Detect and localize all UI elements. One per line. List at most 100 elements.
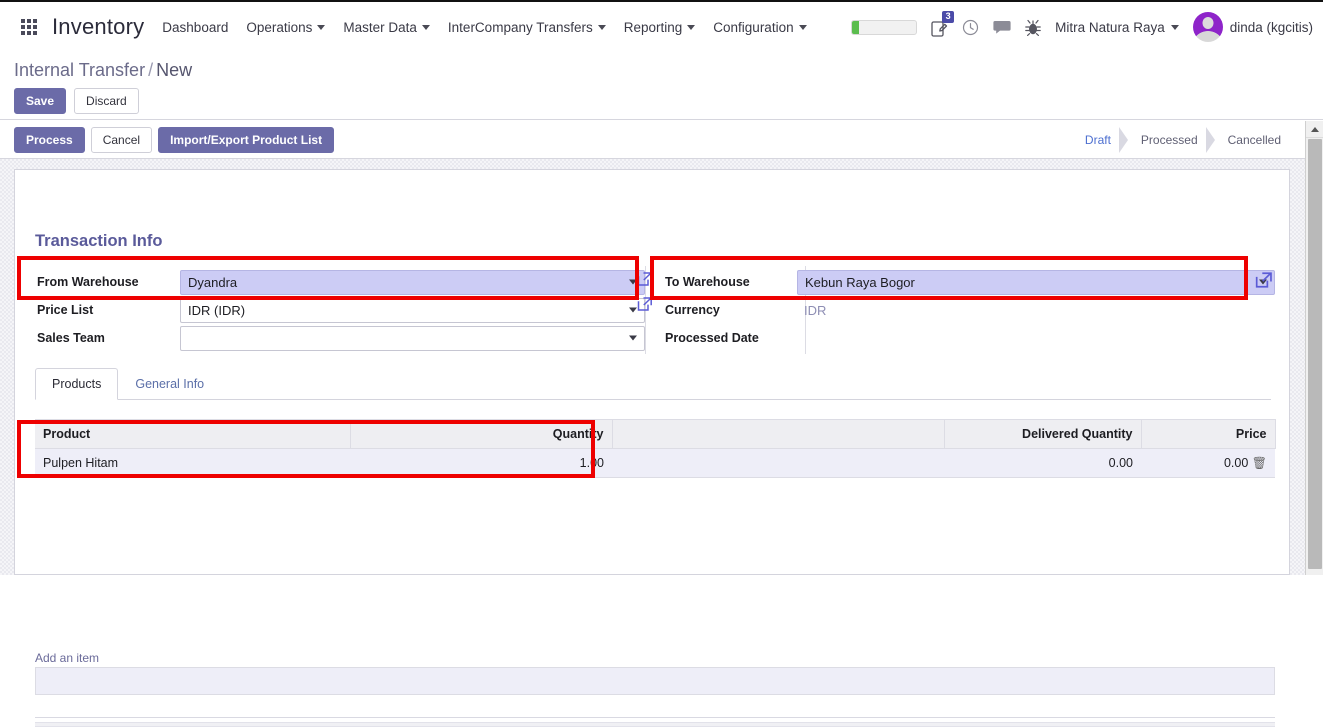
chat-bubble-icon[interactable]	[993, 20, 1011, 35]
column-header-price[interactable]: Price	[1141, 419, 1276, 449]
progress-bar-fill	[852, 20, 859, 34]
control-currency: IDR	[797, 298, 1275, 323]
discard-button[interactable]: Discard	[74, 88, 139, 114]
from-warehouse-select[interactable]: Dyandra	[180, 269, 645, 295]
apps-grid-icon[interactable]	[12, 19, 46, 35]
chevron-down-icon	[317, 24, 326, 30]
status-bar: Draft Processed Cancelled	[1071, 126, 1323, 153]
table-row[interactable]: Pulpen Hitam 1.00 0.00 0.00 🗑	[35, 448, 1275, 478]
menu-label: Dashboard	[162, 19, 229, 35]
chevron-down-icon	[1170, 24, 1179, 30]
table-header-row: Product Quantity Delivered Quantity Pric…	[35, 419, 1276, 449]
breadcrumb-bar: Internal Transfer / New Save Discard	[0, 52, 1323, 120]
control-sales-team	[180, 325, 645, 351]
scrollbar-thumb[interactable]	[1308, 139, 1322, 569]
menu-item-master-data[interactable]: Master Data	[343, 20, 430, 35]
column-header-spacer	[612, 419, 945, 449]
navbar-right: 3 Mitra Natura Raya dinda (kgcitis)	[851, 10, 1323, 42]
breadcrumb-root[interactable]: Internal Transfer	[14, 60, 145, 80]
label-to-warehouse: To Warehouse	[665, 275, 750, 289]
cell-quantity[interactable]: 1.00	[350, 448, 612, 478]
field-row-sales-team: Sales Team	[35, 324, 645, 352]
record-actions: Save Discard	[0, 81, 1323, 114]
status-label: Cancelled	[1227, 132, 1281, 147]
price-list-value: IDR (IDR)	[188, 302, 246, 318]
app-brand[interactable]: Inventory	[52, 14, 144, 40]
tab-products[interactable]: Products	[35, 368, 119, 400]
scroll-up-arrow-icon[interactable]	[1306, 121, 1323, 138]
price-list-select[interactable]: IDR (IDR)	[180, 297, 645, 323]
currency-value: IDR	[804, 302, 827, 318]
control-processed-date	[797, 326, 1275, 351]
status-step-draft[interactable]: Draft	[1071, 126, 1128, 153]
cancel-button[interactable]: Cancel	[90, 126, 153, 153]
add-an-item-link[interactable]: Add an item	[35, 651, 99, 665]
chevron-down-icon	[629, 279, 637, 285]
breadcrumb-separator: /	[148, 60, 154, 80]
chevron-down-icon	[629, 335, 637, 341]
status-step-cancelled[interactable]: Cancelled	[1214, 129, 1297, 151]
company-selector[interactable]: Mitra Natura Raya	[1055, 20, 1179, 35]
column-header-delivered-quantity[interactable]: Delivered Quantity	[944, 419, 1142, 449]
menu-item-reporting[interactable]: Reporting	[624, 20, 696, 35]
cell-spacer	[612, 448, 944, 478]
breadcrumb: Internal Transfer / New	[0, 52, 1323, 81]
to-warehouse-select[interactable]: Kebun Raya Bogor	[797, 269, 1275, 295]
top-navbar: Inventory Dashboard Operations Master Da…	[0, 0, 1323, 52]
label-from-warehouse: From Warehouse	[37, 275, 139, 289]
control-to-warehouse: Kebun Raya Bogor	[797, 269, 1275, 295]
progress-bar	[851, 19, 918, 35]
form-column-right: To Warehouse Kebun Raya Bogor Currency I…	[655, 268, 1275, 352]
menu-label: InterCompany Transfers	[447, 19, 593, 35]
label-currency: Currency	[665, 303, 720, 317]
open-from-warehouse-external-link-icon[interactable]	[637, 271, 653, 292]
status-label: Processed	[1140, 132, 1198, 147]
label-sales-team: Sales Team	[37, 331, 105, 345]
user-menu[interactable]: dinda (kgcitis)	[1192, 12, 1313, 42]
sheet-divider	[35, 717, 1275, 718]
section-title-transaction-info: Transaction Info	[35, 232, 163, 250]
status-step-processed[interactable]: Processed	[1127, 126, 1215, 153]
process-button[interactable]: Process	[14, 126, 85, 153]
sales-team-select[interactable]	[180, 325, 645, 351]
control-from-warehouse: Dyandra	[180, 269, 645, 295]
open-currency-external-link-icon[interactable]	[637, 296, 653, 317]
label-price-list: Price List	[37, 303, 94, 317]
product-lines-table: Product Quantity Delivered Quantity Pric…	[35, 419, 1276, 478]
column-header-quantity[interactable]: Quantity	[350, 419, 613, 449]
empty-line-placeholder	[35, 667, 1275, 695]
open-to-warehouse-external-link-icon[interactable]	[1255, 271, 1273, 294]
field-row-from-warehouse: From Warehouse Dyandra	[35, 268, 645, 296]
company-name: Mitra Natura Raya	[1055, 19, 1165, 35]
avatar	[1192, 12, 1223, 42]
tab-general-info[interactable]: General Info	[118, 368, 221, 400]
bug-icon[interactable]	[1025, 19, 1041, 36]
menu-item-intercompany-transfers[interactable]: InterCompany Transfers	[448, 20, 606, 35]
cell-price[interactable]: 0.00 🗑	[1141, 448, 1275, 478]
trash-icon[interactable]: 🗑	[1252, 456, 1267, 470]
note-edit-icon[interactable]: 3	[931, 10, 955, 37]
save-button[interactable]: Save	[14, 88, 67, 114]
status-label: Draft	[1084, 132, 1111, 147]
action-buttons: Process Cancel Import/Export Product Lis…	[14, 126, 335, 153]
clock-icon[interactable]	[962, 19, 979, 36]
menu-item-dashboard[interactable]: Dashboard	[162, 20, 228, 35]
vertical-scrollbar[interactable]	[1305, 121, 1323, 575]
field-row-price-list: Price List IDR (IDR)	[35, 296, 645, 324]
cell-product[interactable]: Pulpen Hitam	[35, 448, 350, 478]
user-name-label: dinda (kgcitis)	[1229, 19, 1313, 35]
menu-label: Operations	[246, 19, 313, 35]
import-export-product-list-button[interactable]: Import/Export Product List	[158, 126, 335, 153]
menu-item-configuration[interactable]: Configuration	[713, 20, 807, 35]
action-bar: Process Cancel Import/Export Product Lis…	[0, 121, 1323, 159]
menu-label: Reporting	[623, 19, 683, 35]
cell-delivered-quantity[interactable]: 0.00	[944, 448, 1141, 478]
field-row-currency: Currency IDR	[655, 296, 1275, 324]
field-row-processed-date: Processed Date	[655, 324, 1275, 352]
column-header-product[interactable]: Product	[35, 419, 351, 449]
menu-item-operations[interactable]: Operations	[246, 19, 326, 35]
sheet-footer-band	[35, 722, 1275, 727]
main-menu: Dashboard Operations Master Data InterCo…	[162, 19, 807, 35]
menu-label: Master Data	[343, 19, 417, 35]
breadcrumb-current: New	[156, 60, 193, 80]
